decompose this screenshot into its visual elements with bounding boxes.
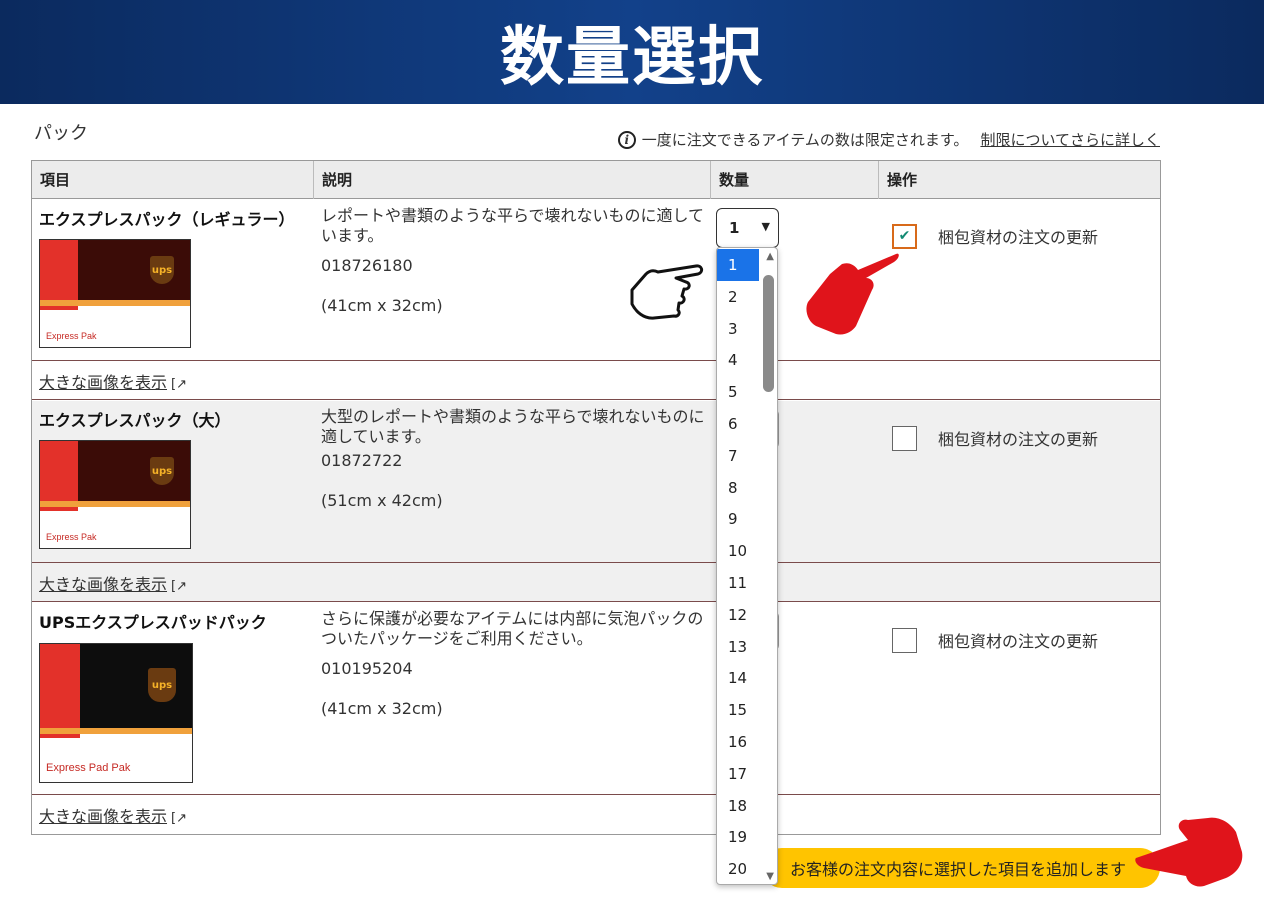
- view-large-image-link[interactable]: 大きな画像を表示 [↗: [39, 369, 187, 393]
- dropdown-option[interactable]: 6: [717, 408, 759, 440]
- item-description: レポートや書類のような平らで壊れないものに適しています。: [321, 206, 705, 245]
- chevron-down-icon: ▼: [761, 220, 770, 233]
- item-description: さらに保護が必要なアイテムには内部に気泡パックのついたパッケージをご利用ください…: [321, 609, 704, 648]
- update-checkbox[interactable]: [892, 628, 917, 653]
- action-label: 梱包資材の注文の更新: [938, 632, 1099, 651]
- update-checkbox[interactable]: [892, 426, 917, 451]
- item-name: エクスプレスパック（大）: [39, 411, 231, 430]
- quantity-value: 1: [729, 219, 740, 237]
- item-code: 010195204: [321, 659, 413, 678]
- dropdown-option[interactable]: 10: [717, 535, 759, 567]
- dropdown-option[interactable]: 16: [717, 726, 759, 758]
- item-description: 大型のレポートや書類のような平らで壊れないものに適しています。: [321, 407, 705, 446]
- notice-text: 一度に注文できるアイテムの数は限定されます。: [641, 131, 969, 149]
- header-action: 操作: [878, 161, 1161, 199]
- dropdown-option[interactable]: 11: [717, 567, 759, 599]
- external-link-icon: [↗: [171, 377, 187, 392]
- item-size: (41cm x 32cm): [321, 296, 443, 315]
- item-size: (41cm x 32cm): [321, 699, 443, 718]
- item-size: (51cm x 42cm): [321, 491, 443, 510]
- dropdown-option[interactable]: 3: [717, 313, 759, 345]
- dropdown-option[interactable]: 12: [717, 599, 759, 631]
- dropdown-option[interactable]: 19: [717, 821, 759, 853]
- view-image-row: 大きな画像を表示 [↗: [32, 360, 1160, 400]
- product-image: ups Express Pad Pak: [39, 643, 193, 783]
- dropdown-option[interactable]: 7: [717, 440, 759, 472]
- packaging-table: 項目 説明 数量 操作 エクスプレスパック（レギュラー） ups Express…: [31, 160, 1161, 835]
- table-row: エクスプレスパック（レギュラー） ups Express Pak レポートや書類…: [32, 200, 1160, 360]
- pointing-hand-icon: [630, 264, 704, 320]
- scrollbar-thumb[interactable]: [763, 275, 774, 392]
- dropdown-option[interactable]: 14: [717, 662, 759, 694]
- section-title: パック: [34, 123, 88, 144]
- dropdown-option[interactable]: 5: [717, 376, 759, 408]
- dropdown-option[interactable]: 15: [717, 694, 759, 726]
- dropdown-option[interactable]: 20: [717, 853, 759, 884]
- dropdown-option[interactable]: 8: [717, 472, 759, 504]
- view-large-image-link[interactable]: 大きな画像を表示 [↗: [39, 803, 187, 827]
- view-image-row: 大きな画像を表示 [↗: [32, 794, 1160, 834]
- quantity-select[interactable]: 1 ▼: [716, 208, 779, 248]
- view-image-row: 大きな画像を表示 [↗: [32, 562, 1160, 602]
- banner: 数量選択: [0, 0, 1264, 104]
- header-item: 項目: [40, 171, 71, 189]
- ups-logo: ups: [150, 457, 174, 485]
- dropdown-option[interactable]: 13: [717, 631, 759, 663]
- info-icon: i: [617, 130, 636, 149]
- dropdown-option[interactable]: 4: [717, 344, 759, 376]
- ups-logo: ups: [148, 668, 176, 702]
- quantity-dropdown-list[interactable]: 1 2 3 4 5 6 7 8 9 10 11 12 13 14 15 16 17 18 19 20 ▲ ▼: [716, 247, 778, 885]
- scroll-down-icon[interactable]: ▼: [766, 871, 774, 882]
- item-name: エクスプレスパック（レギュラー）: [39, 210, 295, 229]
- thumb-label: Express Pak: [46, 532, 97, 542]
- dropdown-option[interactable]: 9: [717, 503, 759, 535]
- view-large-image-link[interactable]: 大きな画像を表示 [↗: [39, 571, 187, 595]
- update-checkbox[interactable]: ✔: [892, 224, 917, 249]
- action-label: 梱包資材の注文の更新: [938, 228, 1099, 247]
- dropdown-option[interactable]: 2: [717, 281, 759, 313]
- red-pointing-hand-icon: [806, 253, 899, 335]
- product-image: ups Express Pak: [39, 440, 191, 549]
- action-label: 梱包資材の注文の更新: [938, 430, 1099, 449]
- header-description: 説明: [313, 161, 710, 199]
- add-to-order-button[interactable]: お客様の注文内容に選択した項目を追加します: [762, 848, 1160, 888]
- item-code: 01872722: [321, 451, 403, 470]
- table-row: エクスプレスパック（大） ups Express Pak 大型のレポートや書類の…: [32, 401, 1160, 562]
- external-link-icon: [↗: [171, 579, 187, 594]
- header-quantity: 数量: [710, 161, 878, 199]
- scroll-up-icon[interactable]: ▲: [766, 251, 774, 262]
- dropdown-option[interactable]: 17: [717, 758, 759, 790]
- table-header: 項目 説明 数量 操作: [32, 161, 1160, 199]
- external-link-icon: [↗: [171, 811, 187, 826]
- thumb-label: Express Pak: [46, 331, 97, 341]
- product-image: ups Express Pak: [39, 239, 191, 348]
- ups-logo: ups: [150, 256, 174, 284]
- item-code: 018726180: [321, 256, 413, 275]
- banner-title: 数量選択: [500, 21, 764, 95]
- thumb-label: Express Pad Pak: [46, 762, 131, 774]
- limit-details-link[interactable]: 制限についてさらに詳しく: [980, 129, 1160, 150]
- red-pointing-hand-icon: [1135, 817, 1243, 887]
- limit-notice: i 一度に注文できるアイテムの数は限定されます。 制限についてさらに詳しく: [617, 129, 1160, 150]
- dropdown-option[interactable]: 18: [717, 790, 759, 822]
- table-row: UPSエクスプレスパッドパック ups Express Pad Pak さらに保…: [32, 603, 1160, 794]
- dropdown-option[interactable]: 1: [717, 249, 759, 281]
- item-name: UPSエクスプレスパッドパック: [39, 613, 267, 632]
